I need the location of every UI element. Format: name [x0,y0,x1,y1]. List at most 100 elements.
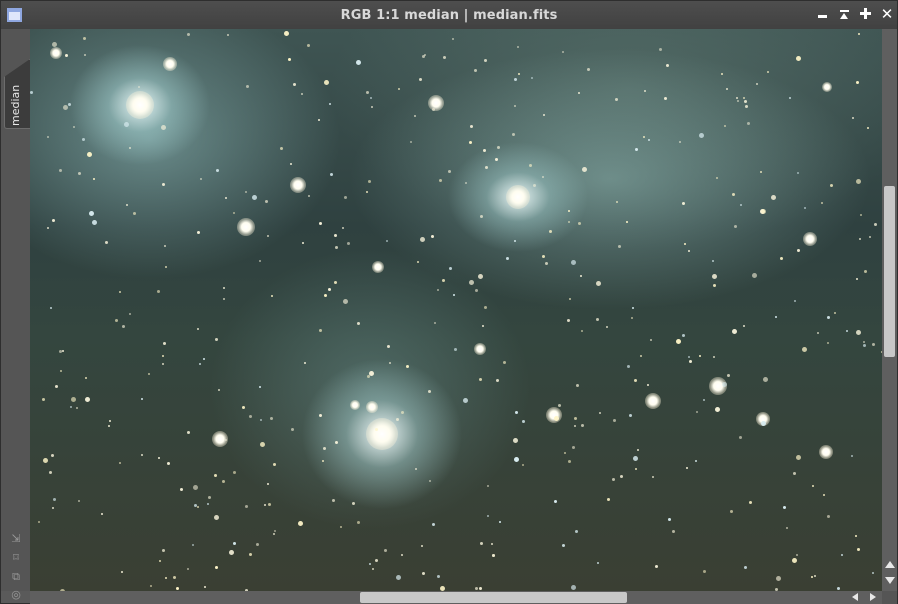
star [522,420,525,423]
star [208,496,211,499]
star [304,362,306,364]
star [783,506,786,509]
maximize-icon[interactable] [859,7,873,21]
star [522,464,524,466]
star [568,221,570,223]
star [428,95,444,111]
star [567,319,570,322]
title-bar[interactable]: RGB 1:1 median | median.fits ✕ [1,1,897,29]
minimize-icon[interactable] [816,7,830,21]
star [596,281,601,286]
star [133,212,136,215]
scroll-left-arrow-icon[interactable] [852,593,858,601]
clone-view-icon[interactable]: ⧉ [10,571,22,583]
scroll-right-arrow-icon[interactable] [870,593,876,601]
star [47,136,49,138]
scroll-up-arrow-icon[interactable] [885,561,895,568]
star [163,57,177,71]
shade-icon[interactable] [838,7,852,21]
star [514,457,519,462]
star [465,182,467,184]
star [487,515,489,517]
star [302,242,304,244]
star [822,82,832,92]
star [744,566,747,569]
star [846,330,848,332]
scroll-down-arrow-icon[interactable] [885,577,895,584]
star [421,545,423,547]
star [659,48,662,51]
star [449,267,452,270]
view-tab-median[interactable]: median [4,59,30,129]
star [734,225,737,228]
star [38,521,40,523]
star [318,119,320,121]
star [218,389,220,391]
horizontal-scrollbar[interactable] [30,591,882,604]
star [469,141,472,144]
star [469,280,474,285]
star [543,114,545,116]
vertical-scroll-thumb[interactable] [884,186,895,357]
star [274,530,276,532]
star [233,471,236,474]
star [633,456,638,461]
star [827,316,830,319]
star [92,220,97,225]
star [59,169,62,172]
star [162,549,165,552]
star [225,197,227,199]
star [830,184,833,187]
star [506,185,530,209]
horizontal-scroll-thumb[interactable] [360,592,627,603]
star [260,442,265,447]
star [194,504,197,507]
star [129,147,131,149]
star [679,141,681,143]
star [736,97,738,99]
star [655,565,658,568]
star [635,148,638,151]
star [482,325,484,327]
star [256,543,259,546]
vertical-scrollbar[interactable] [882,29,897,591]
star [863,341,865,343]
star [324,80,329,85]
star [744,100,747,103]
star [613,419,616,422]
star [249,553,252,556]
close-icon[interactable]: ✕ [880,7,894,22]
star [568,210,570,212]
star [575,530,578,533]
star [640,355,642,357]
star [554,416,559,421]
star [569,298,571,300]
star [343,299,348,304]
star [223,298,225,300]
fit-view-icon[interactable]: ⇲ [10,533,22,545]
star [802,347,807,352]
star [574,417,577,420]
target-icon[interactable]: ◎ [10,589,22,601]
star [514,105,516,107]
astrophoto-canvas[interactable] [30,29,882,591]
star [485,166,488,169]
star [410,141,412,143]
star [50,47,62,59]
star [148,373,150,375]
star [858,33,860,35]
zoom-fit-icon[interactable]: ⌑ [10,552,22,564]
star [529,164,532,167]
star [384,549,387,552]
star [531,77,533,79]
star [406,365,409,368]
star [581,330,583,332]
star [129,313,131,315]
star [607,498,610,501]
star [699,355,701,357]
star [141,454,143,456]
star [157,290,160,293]
star [71,397,76,402]
star [761,209,766,214]
star [398,88,400,90]
